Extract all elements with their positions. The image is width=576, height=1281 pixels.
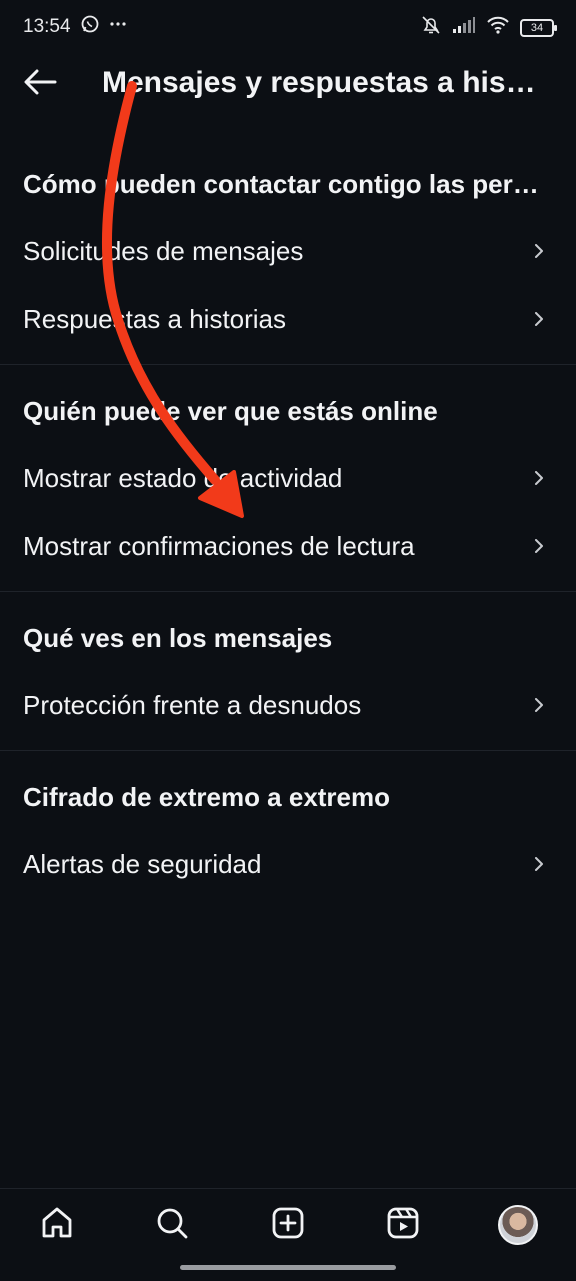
row-message-requests[interactable]: Solicitudes de mensajes [0, 220, 576, 282]
create-icon [270, 1205, 306, 1246]
section-heading-encryption: Cifrado de extremo a extremo [23, 782, 391, 812]
nav-create[interactable] [268, 1205, 308, 1245]
row-activity-status[interactable]: Mostrar estado de actividad [0, 447, 576, 509]
row-story-replies[interactable]: Respuestas a historias [0, 288, 576, 350]
row-label: Mostrar confirmaciones de lectura [23, 530, 415, 561]
row-security-alerts[interactable]: Alertas de seguridad [0, 833, 576, 895]
chevron-right-icon [535, 539, 543, 553]
row-read-receipts[interactable]: Mostrar confirmaciones de lectura [0, 515, 576, 577]
chevron-right-icon [535, 244, 543, 258]
row-label: Mostrar estado de actividad [23, 462, 343, 493]
bell-off-icon [420, 14, 442, 41]
section-heading-contact: Cómo pueden contactar contigo las person… [23, 169, 553, 199]
nav-home[interactable] [37, 1205, 77, 1245]
search-icon [154, 1205, 190, 1246]
nav-profile[interactable] [498, 1205, 538, 1245]
chevron-right-icon [535, 698, 543, 712]
whatsapp-icon [80, 14, 100, 39]
nav-reels[interactable] [383, 1205, 423, 1245]
more-dots-icon [108, 14, 128, 39]
back-button[interactable] [20, 66, 60, 102]
row-label: Respuestas a historias [23, 303, 287, 334]
battery-icon: 34 [520, 18, 557, 37]
divider [0, 750, 576, 751]
status-time: 13:54 [23, 16, 71, 37]
arrow-left-icon [23, 69, 57, 100]
row-label: Solicitudes de mensajes [23, 235, 304, 266]
home-indicator[interactable] [180, 1265, 396, 1270]
home-icon [39, 1205, 75, 1246]
chevron-right-icon [535, 857, 543, 871]
profile-avatar [498, 1205, 538, 1245]
reels-icon [385, 1205, 421, 1246]
section-heading-messages: Qué ves en los mensajes [23, 623, 333, 653]
chevron-right-icon [535, 471, 543, 485]
divider [0, 364, 576, 365]
divider [0, 591, 576, 592]
row-label: Alertas de seguridad [23, 848, 262, 879]
nav-search[interactable] [152, 1205, 192, 1245]
page-title: Mensajes y respuestas a historias [102, 66, 542, 99]
status-bar: 13:54 34 [0, 0, 576, 54]
row-nudity-protection[interactable]: Protección frente a desnudos [0, 674, 576, 736]
battery-level: 34 [530, 21, 544, 34]
section-heading-online: Quién puede ver que estás online [23, 396, 438, 426]
signal-icon [452, 16, 476, 39]
chevron-right-icon [535, 312, 543, 326]
header: Mensajes y respuestas a historias [0, 56, 576, 112]
wifi-icon [486, 15, 510, 40]
row-label: Protección frente a desnudos [23, 689, 362, 720]
